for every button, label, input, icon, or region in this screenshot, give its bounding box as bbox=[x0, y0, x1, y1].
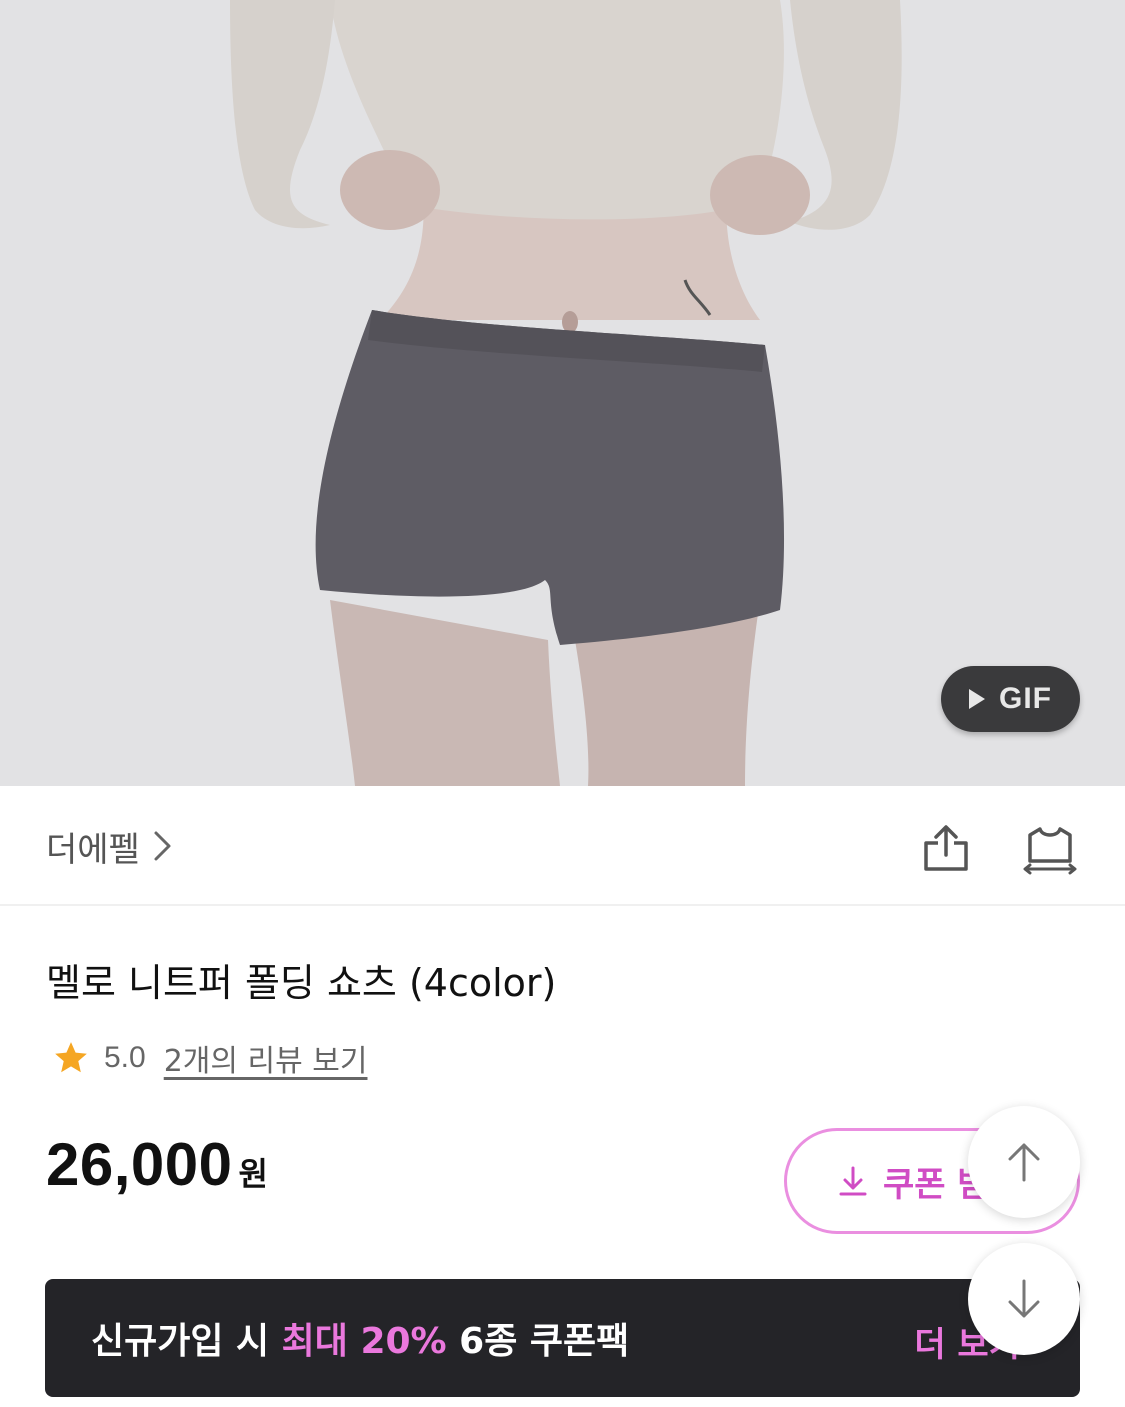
share-button[interactable] bbox=[915, 818, 977, 880]
brand-link[interactable]: 더에펠 bbox=[46, 824, 174, 870]
star-icon bbox=[55, 1042, 87, 1073]
signup-coupon-banner[interactable]: 신규가입 시 최대 20% 6종 쿠폰팩 더 보기 bbox=[45, 1279, 1080, 1397]
product-image[interactable]: GIF bbox=[0, 0, 1125, 786]
gif-label: GIF bbox=[999, 682, 1052, 715]
product-detail-page: GIF 더에펠 멜로 니트퍼 폴딩 쇼츠 (4color) 5.0 2개의 리뷰… bbox=[0, 0, 1125, 1407]
banner-text: 신규가입 시 최대 20% 6종 쿠폰팩 bbox=[91, 1312, 629, 1364]
size-guide-button[interactable] bbox=[1019, 818, 1081, 880]
brand-actions bbox=[915, 818, 1081, 880]
price-unit: 원 bbox=[238, 1155, 268, 1193]
bottom-edge bbox=[0, 1397, 1125, 1407]
product-photo-illustration bbox=[0, 0, 1125, 786]
brand-name: 더에펠 bbox=[46, 829, 140, 870]
brand-row: 더에펠 bbox=[0, 786, 1125, 906]
banner-text-accent: 최대 20% bbox=[281, 1321, 447, 1362]
rating-score: 5.0 bbox=[104, 1041, 146, 1074]
arrow-down-icon bbox=[1008, 1279, 1040, 1318]
scroll-up-button[interactable] bbox=[968, 1106, 1080, 1218]
price-value: 26,000 bbox=[46, 1131, 233, 1198]
scroll-down-button[interactable] bbox=[968, 1243, 1080, 1355]
clothing-size-icon bbox=[1023, 827, 1077, 875]
product-title: 멜로 니트퍼 폴딩 쇼츠 (4color) bbox=[46, 961, 557, 1005]
price: 26,000 원 bbox=[46, 1130, 268, 1199]
review-link[interactable]: 2개의 리뷰 보기 bbox=[164, 1036, 368, 1080]
banner-text-suffix: 6종 쿠폰팩 bbox=[446, 1321, 630, 1362]
share-icon bbox=[924, 825, 968, 871]
arrow-up-icon bbox=[1008, 1143, 1040, 1182]
download-icon bbox=[839, 1166, 867, 1196]
gif-play-button[interactable]: GIF bbox=[941, 666, 1080, 732]
chevron-right-icon bbox=[154, 831, 171, 861]
banner-text-prefix: 신규가입 시 bbox=[91, 1321, 282, 1362]
rating-row: 5.0 2개의 리뷰 보기 bbox=[52, 1036, 368, 1080]
play-icon bbox=[969, 689, 985, 709]
